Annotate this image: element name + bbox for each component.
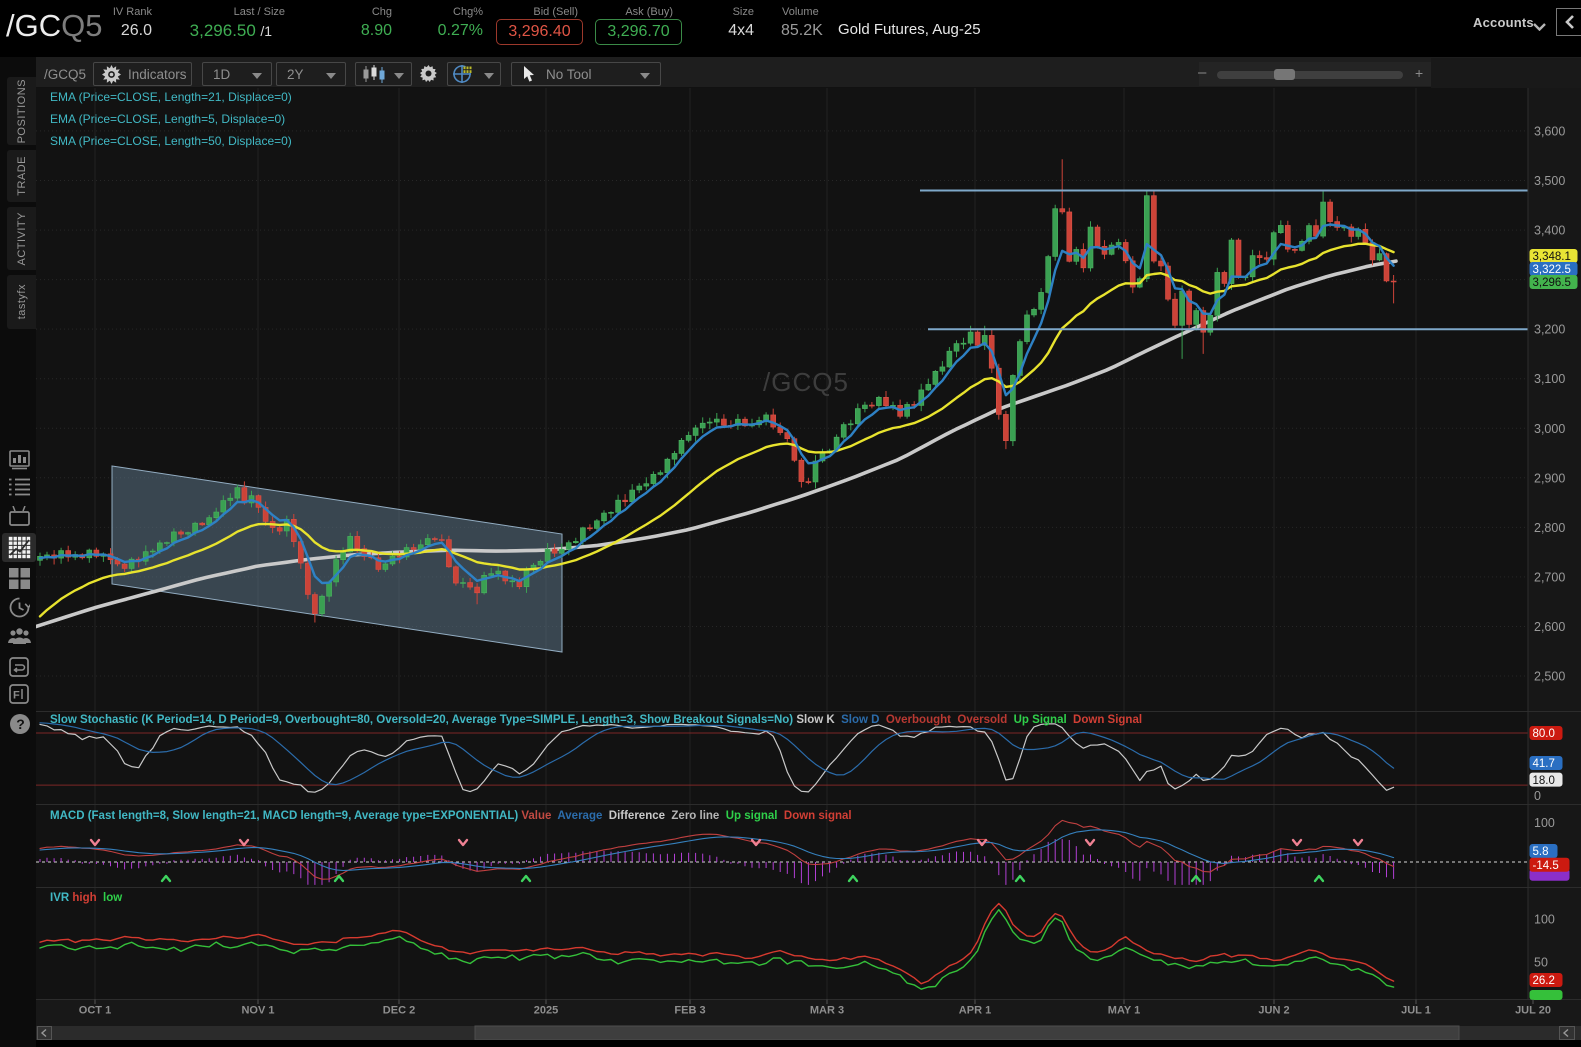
svg-text:?: ?	[16, 716, 25, 732]
svg-text:FEB 3: FEB 3	[674, 1005, 705, 1017]
svg-text:2,900: 2,900	[1534, 471, 1565, 485]
svg-text:2025: 2025	[534, 1005, 558, 1017]
svg-text:DEC 2: DEC 2	[383, 1005, 415, 1017]
svg-text:26.2: 26.2	[1533, 975, 1555, 987]
svg-text:18.0: 18.0	[1533, 775, 1555, 787]
svg-text:100: 100	[1534, 816, 1555, 830]
svg-text:0: 0	[1534, 789, 1541, 803]
svg-text:JUN 2: JUN 2	[1258, 1005, 1289, 1017]
svg-text:APR 1: APR 1	[959, 1005, 991, 1017]
svg-text:3,000: 3,000	[1534, 422, 1565, 436]
svg-text:5.8: 5.8	[1533, 846, 1549, 858]
svg-text:2,500: 2,500	[1534, 670, 1565, 684]
svg-text:80.0: 80.0	[1533, 728, 1555, 740]
svg-text:/GCQ5: /GCQ5	[763, 367, 849, 397]
svg-text:NOV 1: NOV 1	[241, 1005, 274, 1017]
svg-text:JUL 20: JUL 20	[1515, 1005, 1551, 1017]
svg-text:41.7: 41.7	[1533, 758, 1555, 770]
svg-text:3,200: 3,200	[1534, 323, 1565, 337]
svg-text:3,322.5: 3,322.5	[1533, 264, 1571, 276]
svg-text:JUL 1: JUL 1	[1401, 1005, 1431, 1017]
svg-text:50: 50	[1534, 956, 1548, 970]
svg-text:3,348.1: 3,348.1	[1533, 251, 1571, 263]
svg-text:3,500: 3,500	[1534, 174, 1565, 188]
svg-text:2,600: 2,600	[1534, 620, 1565, 634]
svg-text:MAY 1: MAY 1	[1108, 1005, 1140, 1017]
svg-text:F: F	[13, 690, 20, 702]
svg-text:3,296.5: 3,296.5	[1533, 277, 1571, 289]
svg-text:100: 100	[1534, 913, 1555, 927]
svg-text:-14.5: -14.5	[1533, 860, 1559, 872]
svg-text:2,700: 2,700	[1534, 570, 1565, 584]
svg-text:2,800: 2,800	[1534, 521, 1565, 535]
svg-text:3,100: 3,100	[1534, 372, 1565, 386]
svg-text:MAR 3: MAR 3	[810, 1005, 844, 1017]
svg-text:3,400: 3,400	[1534, 224, 1565, 238]
svg-text:3,600: 3,600	[1534, 124, 1565, 138]
svg-text:OCT 1: OCT 1	[79, 1005, 111, 1017]
